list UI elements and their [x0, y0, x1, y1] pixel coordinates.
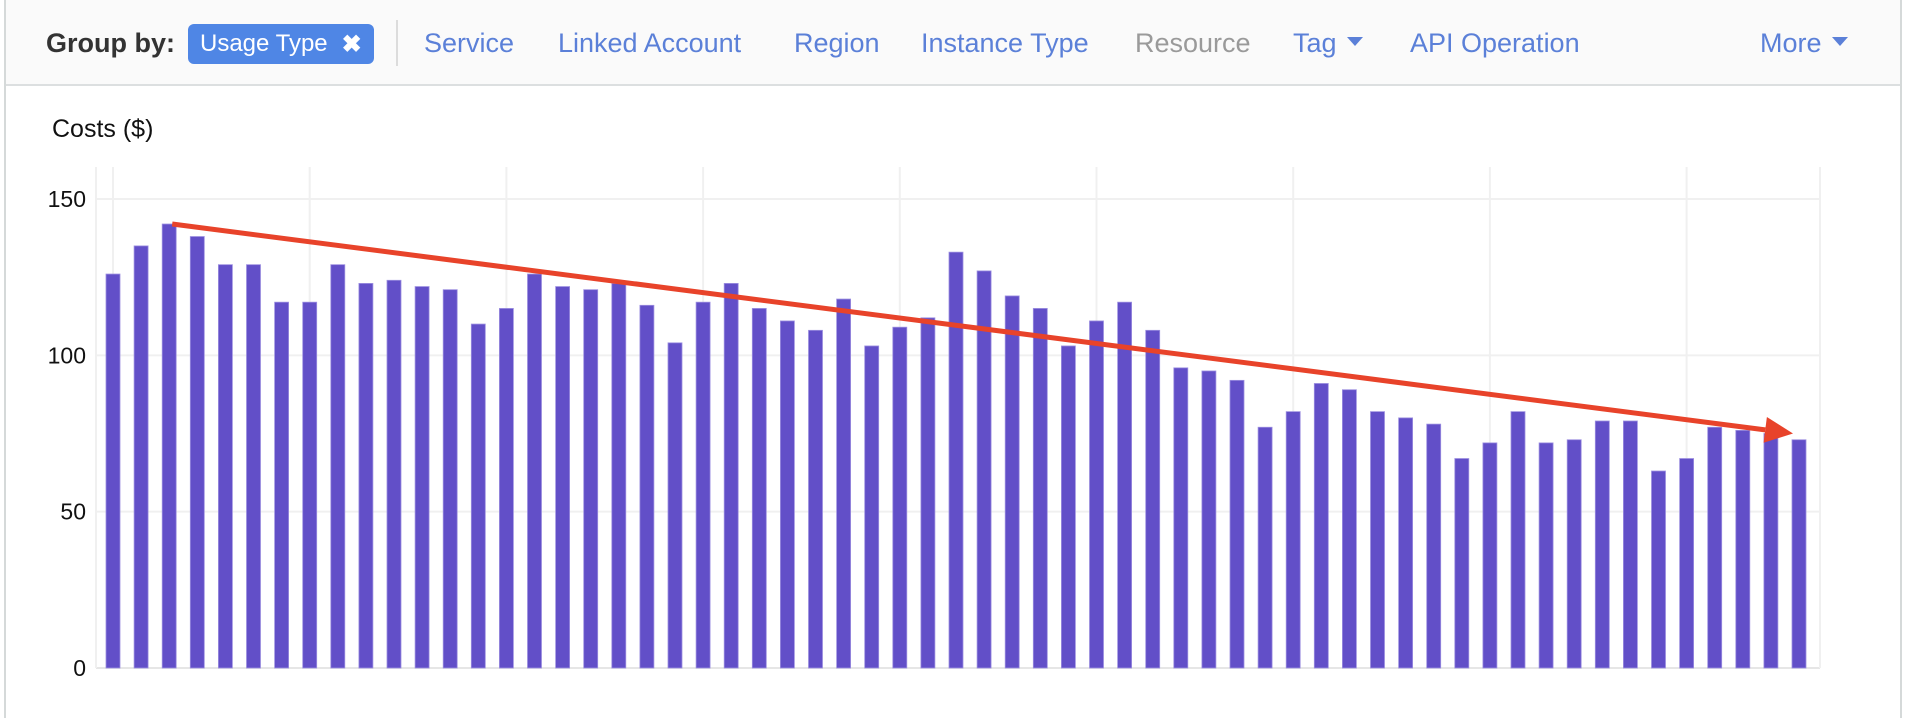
bar	[105, 273, 121, 669]
bar	[1229, 379, 1245, 669]
bar	[583, 289, 599, 669]
bar	[189, 236, 205, 669]
bar	[1173, 367, 1189, 669]
bars	[105, 223, 1807, 669]
bar	[1117, 301, 1132, 669]
bar	[1482, 442, 1498, 669]
bar	[217, 264, 233, 669]
bar	[1285, 411, 1301, 669]
bar	[1763, 433, 1779, 669]
cost-bar-chart: 0 50 100 150	[48, 167, 1821, 681]
bar	[302, 301, 318, 669]
bar	[1735, 429, 1751, 669]
bar	[1651, 470, 1666, 669]
bar	[442, 289, 458, 669]
bar	[1032, 308, 1048, 669]
bar	[1257, 426, 1273, 669]
y-axis-ticks: 0 50 100 150	[48, 186, 86, 681]
bar	[1594, 420, 1610, 669]
bar	[1201, 370, 1217, 669]
bar	[751, 308, 767, 669]
bar	[864, 345, 880, 669]
bar	[1004, 295, 1020, 669]
bar	[611, 283, 627, 669]
bar	[695, 301, 711, 669]
bar	[948, 251, 964, 669]
bar	[1061, 345, 1076, 669]
bar	[470, 323, 486, 669]
bar	[414, 286, 430, 669]
bar	[1707, 426, 1723, 669]
bar	[527, 273, 542, 669]
bar	[1510, 411, 1526, 669]
bar	[555, 286, 570, 669]
bar	[1426, 423, 1442, 669]
bar	[1538, 442, 1554, 669]
bar	[667, 342, 683, 669]
bar	[1398, 417, 1413, 669]
bar	[1454, 458, 1470, 669]
bar	[1679, 458, 1694, 669]
bar	[1313, 383, 1329, 669]
trend-arrow-line	[171, 221, 1766, 433]
bar	[386, 279, 402, 669]
bar	[1370, 411, 1385, 669]
bar	[808, 329, 823, 669]
y-tick-label: 100	[48, 342, 86, 368]
bar	[836, 298, 851, 669]
bar	[1791, 439, 1807, 669]
bar	[1566, 439, 1582, 669]
bar	[920, 317, 936, 669]
bar	[133, 245, 149, 669]
bar	[274, 301, 290, 669]
bar	[892, 326, 908, 669]
y-tick-label: 150	[48, 186, 86, 212]
bar	[780, 320, 795, 669]
y-tick-label: 50	[60, 499, 86, 525]
bar	[1342, 389, 1357, 669]
bar	[1089, 320, 1104, 669]
bar	[330, 264, 346, 669]
bar	[246, 264, 261, 669]
y-tick-label: 0	[73, 655, 86, 681]
bar	[161, 223, 177, 669]
bar	[358, 283, 374, 669]
bar	[639, 304, 655, 669]
bar	[498, 308, 514, 669]
bar	[1623, 420, 1638, 669]
bar	[723, 283, 739, 669]
bar	[1145, 329, 1161, 669]
